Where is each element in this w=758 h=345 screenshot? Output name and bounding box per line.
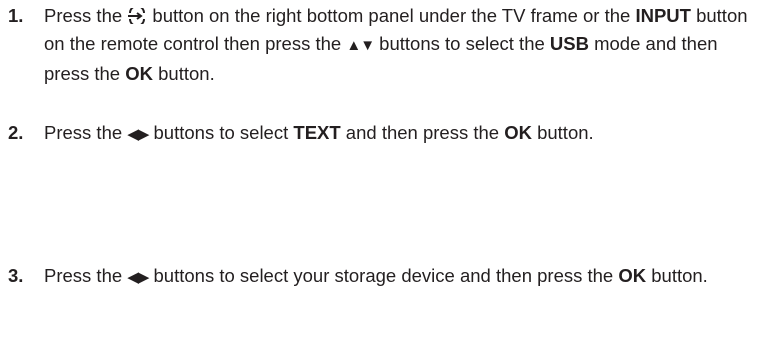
input-label: INPUT bbox=[635, 5, 691, 26]
text-run: buttons to select your storage device an… bbox=[148, 265, 619, 286]
left-right-arrows-icon: ◀▶ bbox=[127, 126, 149, 143]
input-source-icon bbox=[128, 8, 146, 24]
step-number: 3. bbox=[8, 265, 24, 286]
ok-label: OK bbox=[504, 122, 532, 143]
up-down-arrows-icon: ▲▼ bbox=[346, 37, 375, 54]
step-text: Press the ◀▶ buttons to select your stor… bbox=[44, 262, 756, 292]
text-run: button. bbox=[646, 265, 708, 286]
step-text: Press the ◀▶ buttons to select TEXT and … bbox=[44, 119, 756, 149]
ok-label: OK bbox=[618, 265, 647, 286]
usb-label: USB bbox=[549, 33, 589, 54]
text-run: Press the bbox=[44, 265, 128, 286]
text-run: button. bbox=[531, 122, 594, 143]
step-number: 1. bbox=[8, 5, 24, 26]
step-2: 2. Press the ◀▶ buttons to select TEXT a… bbox=[8, 119, 756, 149]
text-run: button on the right bottom panel under t… bbox=[147, 5, 636, 26]
text-run: button. bbox=[153, 63, 215, 84]
text-label: TEXT bbox=[293, 122, 341, 143]
step-3: 3. Press the ◀▶ buttons to select your s… bbox=[8, 262, 756, 292]
text-run: buttons to select bbox=[148, 122, 294, 143]
text-run: buttons to select the bbox=[374, 33, 550, 54]
step-text: Press the button on the right bottom pan… bbox=[44, 2, 756, 88]
text-run: and then press the bbox=[340, 122, 505, 143]
step-number: 2. bbox=[8, 122, 24, 143]
text-run: Press the bbox=[44, 122, 128, 143]
step-1: 1. Press the button on the right bottom … bbox=[8, 2, 756, 88]
ok-label: OK bbox=[125, 63, 153, 84]
text-run: Press the bbox=[44, 5, 128, 26]
left-right-arrows-icon: ◀▶ bbox=[127, 269, 149, 286]
